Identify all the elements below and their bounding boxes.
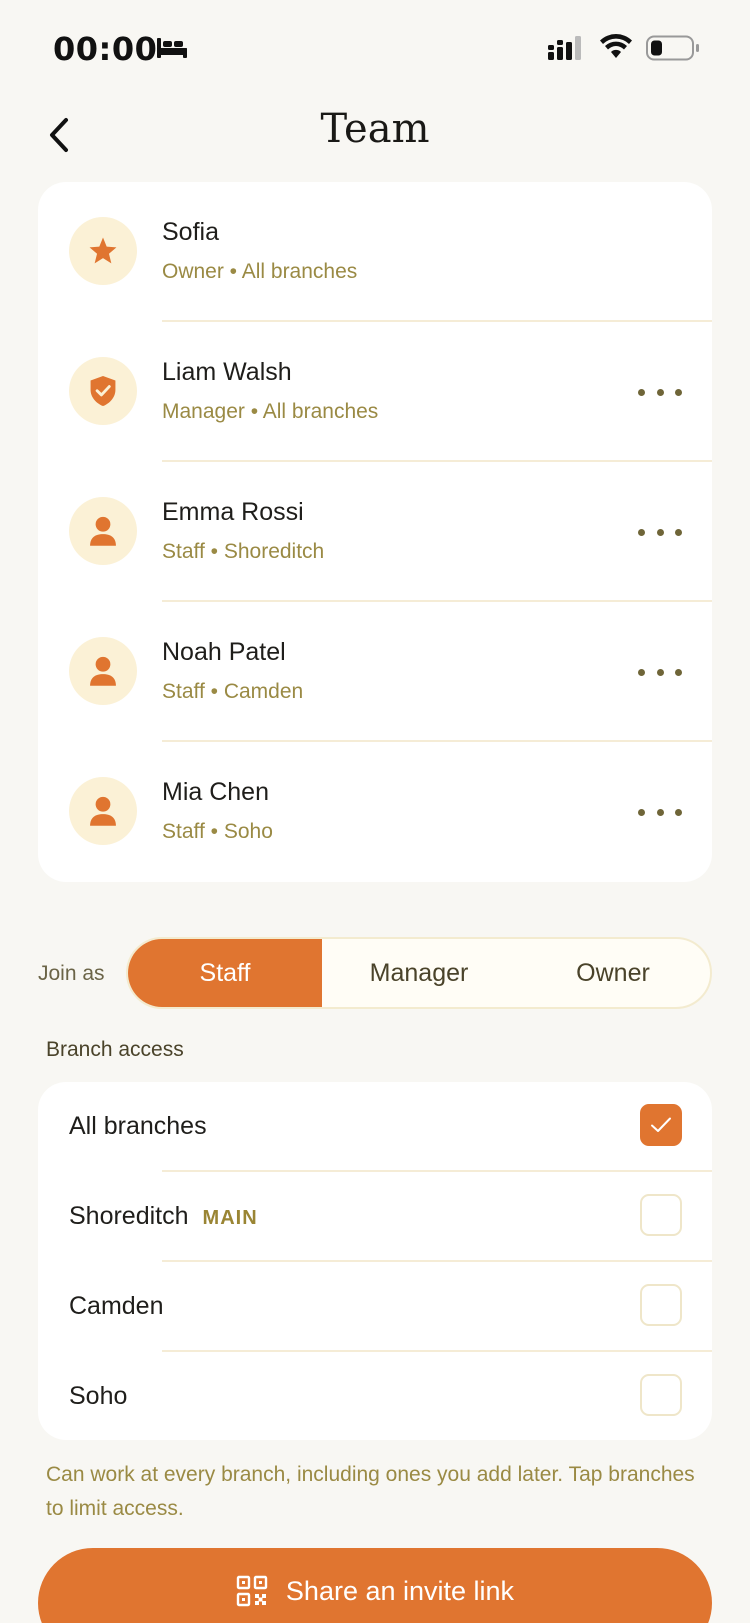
branch-name: Shoreditch MAIN [69, 1202, 258, 1230]
member-avatar [69, 217, 137, 285]
member-row-noah-patel[interactable]: Noah Patel Staff • Camden [38, 602, 712, 742]
member-avatar [69, 637, 137, 705]
person-icon [90, 796, 116, 826]
more-options-button[interactable] [638, 518, 682, 546]
branch-name: Camden [69, 1292, 164, 1320]
member-row-emma-rossi[interactable]: Emma Rossi Staff • Shoreditch [38, 462, 712, 602]
member-name: Emma Rossi [162, 498, 304, 526]
bed-icon [157, 38, 187, 58]
member-name: Sofia [162, 218, 219, 246]
role-option-owner[interactable]: Owner [516, 939, 710, 1007]
branch-name: All branches [69, 1112, 207, 1140]
branch-name: Soho [69, 1382, 128, 1410]
signal-icon [548, 36, 581, 60]
role-option-staff[interactable]: Staff [128, 939, 322, 1007]
member-name: Liam Walsh [162, 358, 292, 386]
status-time: 00:00 [53, 30, 158, 68]
shield-check-icon [90, 375, 116, 407]
main-branch-badge: MAIN [202, 1207, 258, 1229]
branch-row-shoreditch[interactable]: Shoreditch MAIN [38, 1172, 712, 1262]
page-title: Team [320, 106, 430, 152]
member-avatar [69, 777, 137, 845]
member-avatar [69, 357, 137, 425]
member-role: Manager • All branches [162, 400, 379, 423]
status-bar: 00:00 [0, 0, 750, 100]
checkmark-icon [651, 1117, 671, 1132]
branch-row-soho[interactable]: Soho [38, 1352, 712, 1440]
invite-button-label: Share an invite link [285, 1575, 515, 1606]
branch-checkbox[interactable] [640, 1104, 682, 1146]
member-name: Mia Chen [162, 778, 269, 806]
branch-checkbox[interactable] [640, 1194, 682, 1236]
member-role: Staff • Soho [162, 820, 273, 843]
role-option-manager[interactable]: Manager [322, 939, 516, 1007]
member-row-mia-chen[interactable]: Mia Chen Staff • Soho [38, 742, 712, 882]
member-role: Owner • All branches [162, 260, 358, 283]
ellipsis-icon [638, 528, 645, 536]
star-icon [89, 237, 117, 264]
member-row-liam-walsh[interactable]: Liam Walsh Manager • All branches [38, 322, 712, 462]
join-as-label: Join as [38, 962, 105, 985]
member-avatar [69, 497, 137, 565]
share-invite-link-button[interactable]: Share an invite link [38, 1548, 712, 1623]
more-options-button[interactable] [638, 378, 682, 406]
wifi-icon [600, 34, 632, 58]
invite-button-content: Share an invite link [236, 1572, 514, 1610]
branch-list: All branches Shoreditch MAIN Camden Soho [38, 1082, 712, 1440]
member-role: Staff • Camden [162, 680, 304, 703]
member-role: Staff • Shoreditch [162, 540, 325, 563]
branch-row-camden[interactable]: Camden [38, 1262, 712, 1352]
more-options-button[interactable] [638, 658, 682, 686]
branch-access-help-text: Can work at every branch, including ones… [46, 1463, 695, 1520]
member-row-sofia[interactable]: Sofia Owner • All branches [38, 182, 712, 322]
ellipsis-icon [638, 388, 645, 396]
branch-checkbox[interactable] [640, 1284, 682, 1326]
branch-access-heading: Branch access [46, 1038, 184, 1061]
branch-row-all-branches[interactable]: All branches [38, 1082, 712, 1172]
member-name: Noah Patel [162, 638, 286, 666]
ellipsis-icon [638, 668, 645, 676]
ellipsis-icon [638, 808, 645, 816]
battery-icon [646, 35, 699, 61]
qr-code-icon [236, 1575, 268, 1607]
branch-checkbox[interactable] [640, 1374, 682, 1416]
person-icon [90, 516, 116, 546]
more-options-button[interactable] [638, 798, 682, 826]
team-list: Sofia Owner • All branches Liam Walsh Ma… [38, 182, 712, 882]
person-icon [90, 656, 116, 686]
role-segmented-control: Staff Manager Owner [126, 937, 712, 1009]
